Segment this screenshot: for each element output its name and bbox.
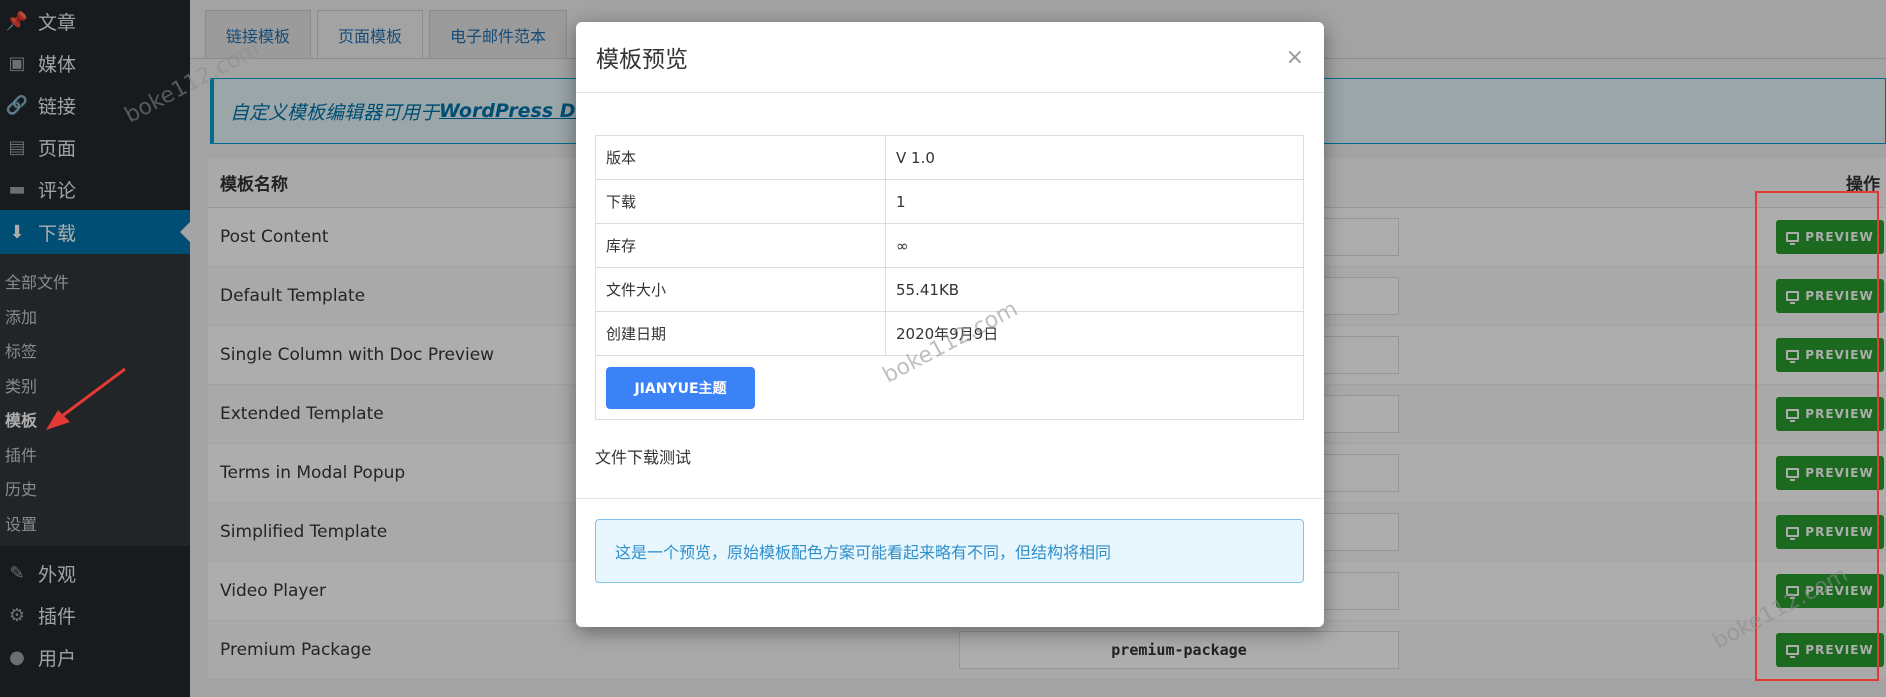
info-row-created-date: 创建日期 2020年9月9日 — [595, 311, 1304, 356]
info-key: 创建日期 — [595, 311, 886, 356]
download-button[interactable]: JIANYUE主题 — [606, 366, 755, 409]
info-row-stock: 库存 ∞ — [595, 223, 1304, 268]
preview-alert: 这是一个预览，原始模板配色方案可能看起来略有不同，但结构将相同 — [595, 519, 1304, 583]
info-key: 库存 — [595, 223, 886, 268]
info-key: 下载 — [595, 179, 886, 224]
modal-title: 模板预览 — [596, 47, 688, 73]
info-value: ∞ — [885, 223, 1304, 268]
template-preview-modal: 模板预览 × 版本 V 1.0 下载 1 库存 ∞ 文件大小 55.41KB 创… — [576, 22, 1324, 627]
info-key: 文件大小 — [595, 267, 886, 312]
info-row-version: 版本 V 1.0 — [595, 135, 1304, 180]
button-cell: JIANYUE主题 — [595, 355, 1304, 420]
info-row-button: JIANYUE主题 — [595, 355, 1304, 420]
file-info-table: 版本 V 1.0 下载 1 库存 ∞ 文件大小 55.41KB 创建日期 202… — [595, 135, 1304, 420]
info-row-file-size: 文件大小 55.41KB — [595, 267, 1304, 312]
info-value: 55.41KB — [885, 267, 1304, 312]
info-key: 版本 — [595, 135, 886, 180]
modal-footer: 这是一个预览，原始模板配色方案可能看起来略有不同，但结构将相同 — [576, 498, 1324, 603]
annotation-highlight-box — [1755, 191, 1879, 681]
file-description: 文件下载测试 — [595, 448, 692, 467]
modal-body: 版本 V 1.0 下载 1 库存 ∞ 文件大小 55.41KB 创建日期 202… — [576, 93, 1324, 468]
annotation-arrow-icon — [46, 367, 126, 430]
modal-header: 模板预览 × — [576, 22, 1324, 93]
info-value: V 1.0 — [885, 135, 1304, 180]
info-row-downloads: 下载 1 — [595, 179, 1304, 224]
close-icon[interactable]: × — [1286, 45, 1304, 70]
info-value: 2020年9月9日 — [885, 311, 1304, 356]
info-value: 1 — [885, 179, 1304, 224]
